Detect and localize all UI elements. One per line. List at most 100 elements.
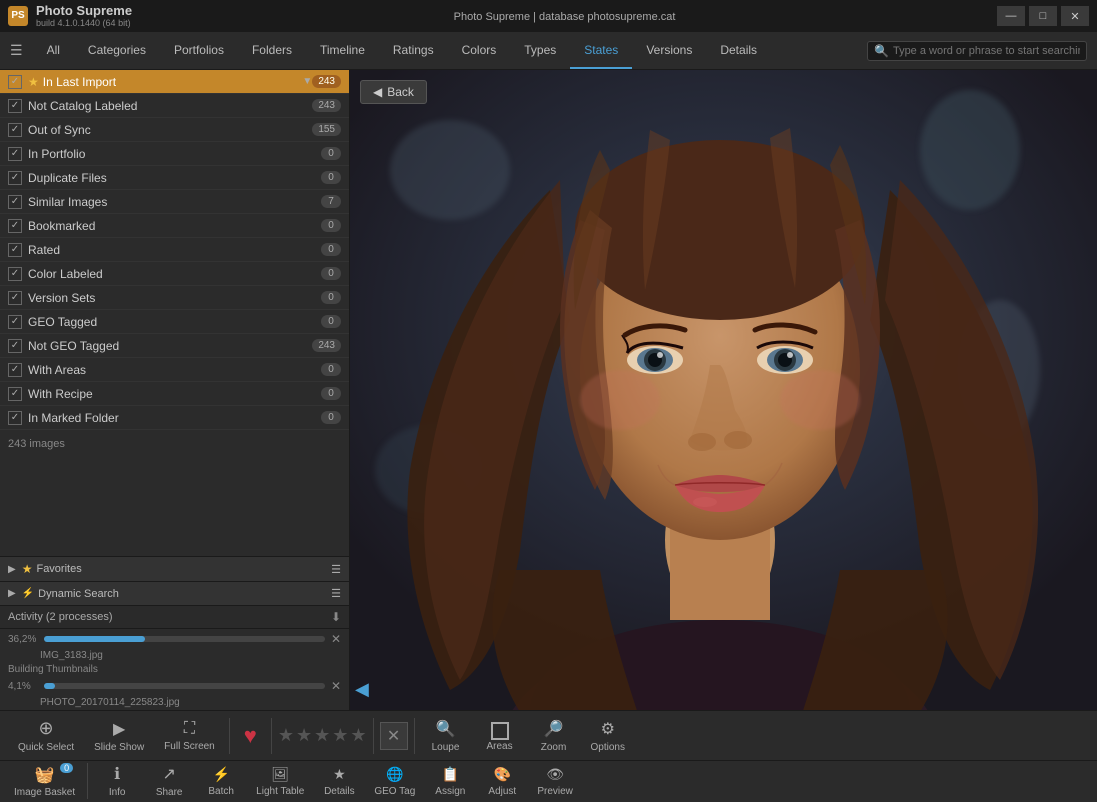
images-count: 243 images <box>0 430 349 458</box>
areas-button[interactable]: Areas <box>475 716 525 756</box>
heart-button[interactable]: ♥ <box>236 723 265 749</box>
rating-star-2[interactable]: ★ <box>296 725 312 746</box>
loupe-button[interactable]: 🔍 Loupe <box>421 715 471 757</box>
search-input[interactable] <box>893 45 1080 57</box>
activity-down-icon[interactable]: ⬇ <box>331 610 341 624</box>
progress-close-2[interactable]: ✕ <box>331 679 341 693</box>
state-checkbox-7[interactable]: ✓ <box>8 243 22 257</box>
separator-4 <box>414 718 415 754</box>
state-checkbox-11[interactable]: ✓ <box>8 339 22 353</box>
state-item-3[interactable]: ✓In Portfolio0 <box>0 142 349 166</box>
zoom-button[interactable]: 🔎 Zoom <box>529 715 579 757</box>
share-icon: ↗ <box>162 764 175 784</box>
light-table-icon: 🖼 <box>271 766 289 783</box>
state-checkbox-10[interactable]: ✓ <box>8 315 22 329</box>
rating-star-5[interactable]: ★ <box>350 725 366 746</box>
state-filter-icon-0[interactable]: ▼ <box>302 76 312 87</box>
slide-show-button[interactable]: ▶ Slide Show <box>86 715 152 757</box>
tab-types[interactable]: Types <box>510 32 570 69</box>
separator-5 <box>87 763 88 799</box>
assign-icon: 📋 <box>442 766 459 783</box>
state-checkbox-14[interactable]: ✓ <box>8 411 22 425</box>
back-button[interactable]: ◀ Back <box>360 80 427 104</box>
full-screen-button[interactable]: ⛶ Full Screen <box>156 716 223 756</box>
content-area: ◀ Back <box>350 70 1097 710</box>
state-badge-5: 7 <box>321 195 341 208</box>
share-button[interactable]: ↗ Share <box>144 760 194 802</box>
minimize-button[interactable]: — <box>997 6 1025 26</box>
state-checkbox-5[interactable]: ✓ <box>8 195 22 209</box>
sidebar-content: ✓★In Last Import▼243✓Not Catalog Labeled… <box>0 70 349 556</box>
favorites-panel[interactable]: ▶ ★ Favorites ☰ <box>0 557 349 582</box>
state-checkbox-3[interactable]: ✓ <box>8 147 22 161</box>
state-checkbox-9[interactable]: ✓ <box>8 291 22 305</box>
state-checkbox-1[interactable]: ✓ <box>8 99 22 113</box>
rating-star-1[interactable]: ★ <box>278 725 294 746</box>
geo-tag-button[interactable]: 🌐 GEO Tag <box>366 762 423 801</box>
tab-portfolios[interactable]: Portfolios <box>160 32 238 69</box>
state-item-2[interactable]: ✓Out of Sync155 <box>0 118 349 142</box>
state-checkbox-6[interactable]: ✓ <box>8 219 22 233</box>
state-badge-2: 155 <box>312 123 341 136</box>
close-button[interactable]: ✕ <box>1061 6 1089 26</box>
state-item-5[interactable]: ✓Similar Images7 <box>0 190 349 214</box>
progress-bar-fill-1 <box>44 636 145 642</box>
search-box[interactable]: 🔍 <box>867 41 1087 61</box>
state-item-13[interactable]: ✓With Recipe0 <box>0 382 349 406</box>
rating-star-4[interactable]: ★ <box>332 725 348 746</box>
state-checkbox-12[interactable]: ✓ <box>8 363 22 377</box>
favorites-menu-icon[interactable]: ☰ <box>331 563 341 576</box>
state-checkbox-4[interactable]: ✓ <box>8 171 22 185</box>
state-item-8[interactable]: ✓Color Labeled0 <box>0 262 349 286</box>
dynamic-menu-icon[interactable]: ☰ <box>331 587 341 600</box>
progress-close-1[interactable]: ✕ <box>331 632 341 646</box>
tab-ratings[interactable]: Ratings <box>379 32 448 69</box>
state-item-12[interactable]: ✓With Areas0 <box>0 358 349 382</box>
state-item-9[interactable]: ✓Version Sets0 <box>0 286 349 310</box>
tab-states[interactable]: States <box>570 32 632 69</box>
state-item-11[interactable]: ✓Not GEO Tagged243 <box>0 334 349 358</box>
state-item-1[interactable]: ✓Not Catalog Labeled243 <box>0 94 349 118</box>
preview-button[interactable]: 👁 Preview <box>529 762 581 801</box>
state-badge-4: 0 <box>321 171 341 184</box>
reject-button[interactable]: ✕ <box>380 722 408 750</box>
quick-select-button[interactable]: ⊕ Quick Select <box>10 714 82 757</box>
bottom-tools-bottom: 0 🧺 Image Basket ℹ Info ↗ Share ⚡ Batch … <box>0 761 1097 801</box>
state-item-7[interactable]: ✓Rated0 <box>0 238 349 262</box>
state-item-4[interactable]: ✓Duplicate Files0 <box>0 166 349 190</box>
dynamic-search-panel[interactable]: ▶ ⚡ Dynamic Search ☰ <box>0 582 349 606</box>
info-button[interactable]: ℹ Info <box>92 760 142 802</box>
state-checkbox-2[interactable]: ✓ <box>8 123 22 137</box>
state-checkbox-0[interactable]: ✓ <box>8 75 22 89</box>
tab-details[interactable]: Details <box>706 32 771 69</box>
dynamic-search-label: Dynamic Search <box>38 588 331 600</box>
activity-bar: Activity (2 processes) ⬇ <box>0 606 349 629</box>
tab-folders[interactable]: Folders <box>238 32 306 69</box>
tab-colors[interactable]: Colors <box>448 32 511 69</box>
progress-pct-2: 4,1% <box>8 681 38 692</box>
tab-versions[interactable]: Versions <box>632 32 706 69</box>
batch-button[interactable]: ⚡ Batch <box>196 762 246 801</box>
maximize-button[interactable]: □ <box>1029 6 1057 26</box>
state-checkbox-13[interactable]: ✓ <box>8 387 22 401</box>
assign-button[interactable]: 📋 Assign <box>425 762 475 801</box>
image-basket-button[interactable]: 0 🧺 Image Basket <box>6 761 83 802</box>
share-label: Share <box>156 787 183 798</box>
menu-button[interactable]: ☰ <box>0 42 33 59</box>
state-item-0[interactable]: ✓★In Last Import▼243 <box>0 70 349 94</box>
window-controls[interactable]: — □ ✕ <box>997 6 1089 26</box>
state-item-14[interactable]: ✓In Marked Folder0 <box>0 406 349 430</box>
state-item-6[interactable]: ✓Bookmarked0 <box>0 214 349 238</box>
adjust-button[interactable]: 🎨 Adjust <box>477 762 527 801</box>
options-button[interactable]: ⚙ Options <box>583 715 633 757</box>
light-table-button[interactable]: 🖼 Light Table <box>248 762 312 801</box>
rating-star-3[interactable]: ★ <box>314 725 330 746</box>
tab-categories[interactable]: Categories <box>74 32 160 69</box>
rating-group[interactable]: ★ ★ ★ ★ ★ <box>278 725 367 746</box>
state-checkbox-8[interactable]: ✓ <box>8 267 22 281</box>
nav-arrow[interactable]: ◀ <box>355 679 369 700</box>
state-item-10[interactable]: ✓GEO Tagged0 <box>0 310 349 334</box>
tab-timeline[interactable]: Timeline <box>306 32 379 69</box>
tab-all[interactable]: All <box>33 32 74 69</box>
details-button[interactable]: ★ Details <box>314 762 364 801</box>
